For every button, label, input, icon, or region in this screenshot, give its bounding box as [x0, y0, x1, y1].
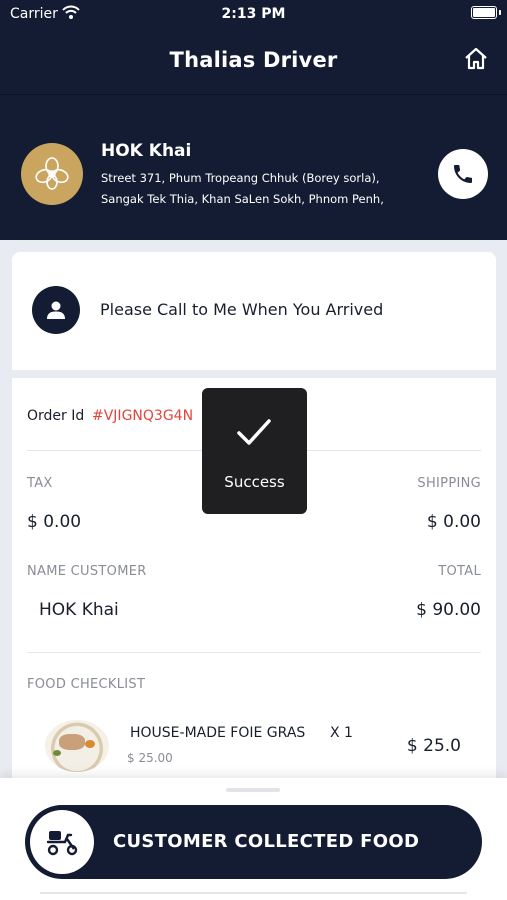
customer-note-text: Please Call to Me When You Arrived [100, 300, 384, 319]
customer-address: Street 371, Phum Tropeang Chhuk (Borey s… [101, 168, 421, 210]
customer-name: HOK Khai [101, 141, 192, 161]
status-bar: Carrier 2:13 PM [0, 0, 507, 30]
page-title: Thalias Driver [169, 48, 338, 72]
phone-icon [454, 165, 472, 183]
battery-tip [499, 10, 501, 15]
call-button[interactable] [438, 149, 488, 199]
food-item-qty: X 1 [330, 725, 353, 741]
collect-button-label: CUSTOMER COLLECTED FOOD [113, 831, 420, 852]
order-id-label: Order Id [27, 408, 85, 424]
address-line-2: Sangak Tek Thia, Khan SaLen Sokh, Phnom … [101, 192, 384, 206]
home-indicator [40, 892, 467, 894]
total-value: $ 90.00 [416, 600, 481, 620]
nav-bar: Thalias Driver [0, 30, 507, 94]
tax-value: $ 0.00 [27, 512, 82, 532]
name-customer-value: HOK Khai [39, 600, 119, 620]
address-line-1: Street 371, Phum Tropeang Chhuk (Borey s… [101, 171, 380, 185]
bottom-sheet: CUSTOMER COLLECTED FOOD [0, 778, 507, 900]
battery-icon [471, 6, 497, 19]
success-toast: Success [202, 388, 307, 514]
shipping-value: $ 0.00 [426, 512, 481, 532]
scooter-icon [30, 810, 94, 874]
tax-label: TAX [27, 476, 53, 491]
order-id-value[interactable]: #VJIGNQ3G4N [92, 408, 193, 424]
status-time: 2:13 PM [221, 6, 286, 22]
shipping-label: SHIPPING [417, 476, 481, 491]
sheet-handle[interactable] [226, 788, 280, 792]
customer-header: HOK Khai Street 371, Phum Tropeang Chhuk… [0, 94, 507, 240]
total-label: TOTAL [438, 564, 481, 579]
name-customer-label: NAME CUSTOMER [27, 564, 147, 579]
flower-logo-icon [21, 143, 83, 205]
home-icon[interactable] [463, 46, 489, 72]
checkmark-icon [237, 419, 271, 445]
food-checklist-label: FOOD CHECKLIST [27, 677, 146, 692]
food-item-price: $ 25.0 [406, 736, 461, 756]
toast-message: Success [224, 473, 285, 491]
divider [27, 652, 481, 653]
food-item-name: HOUSE-MADE FOIE GRAS [130, 725, 306, 741]
food-image [45, 720, 109, 772]
customer-collected-food-button[interactable]: CUSTOMER COLLECTED FOOD [25, 805, 482, 879]
person-icon [32, 286, 80, 334]
customer-note-card: Please Call to Me When You Arrived [12, 252, 496, 370]
food-item-unit-price: $ 25.00 [127, 751, 173, 765]
